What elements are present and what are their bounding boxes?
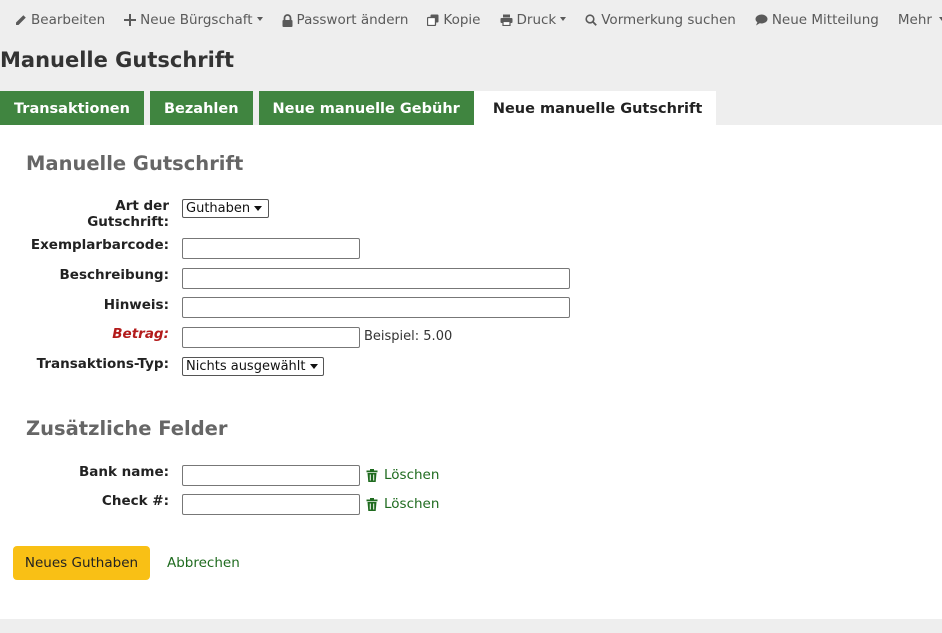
credit-type-value: Guthaben <box>186 201 251 216</box>
delete-bank-name-link[interactable]: Löschen <box>366 467 439 483</box>
credit-type-label: Art der Gutschrift: <box>87 198 169 230</box>
more-dropdown[interactable]: Mehr <box>898 12 942 28</box>
note-label: Hinweis: <box>103 297 169 313</box>
lock-icon <box>282 13 293 27</box>
cancel-link[interactable]: Abbrechen <box>167 555 240 571</box>
amount-input[interactable] <box>182 327 360 348</box>
section-title-additional-fields: Zusätzliche Felder <box>26 417 228 440</box>
tab-label: Neue manuelle Gebühr <box>272 100 460 117</box>
tab-label: Neue manuelle Gutschrift <box>492 100 703 117</box>
description-label: Beschreibung: <box>59 267 169 283</box>
barcode-input[interactable] <box>182 238 360 259</box>
edit-button[interactable]: Bearbeiten <box>14 12 105 28</box>
new-message-button[interactable]: Neue Mitteilung <box>755 12 879 28</box>
search-icon <box>585 14 598 26</box>
add-credit-button[interactable]: Neues Guthaben <box>13 546 150 580</box>
bank-name-label: Bank name: <box>78 464 169 480</box>
page-title: Manuelle Gutschrift <box>0 48 235 72</box>
caret-down-icon <box>560 17 567 21</box>
note-input[interactable] <box>182 297 570 318</box>
new-message-label: Neue Mitteilung <box>771 12 879 28</box>
amount-hint: Beispiel: 5.00 <box>364 329 453 344</box>
copy-icon <box>427 14 439 26</box>
credit-type-label-line2: Gutschrift: <box>87 214 169 230</box>
caret-down-icon <box>256 17 263 21</box>
transaction-type-value: Nichts ausgewählt <box>186 359 306 374</box>
trash-icon <box>366 497 378 511</box>
tab-label: Bezahlen <box>163 100 239 117</box>
credit-type-select[interactable]: Guthaben <box>182 199 269 218</box>
search-hold-button[interactable]: Vormerkung suchen <box>585 12 736 28</box>
copy-button[interactable]: Kopie <box>427 12 481 28</box>
transaction-type-label: Transaktions-Typ: <box>36 356 169 372</box>
section-title-manual-credit: Manuelle Gutschrift <box>26 152 244 175</box>
new-patron-dropdown[interactable]: Neue Bürgschaft <box>124 12 263 28</box>
delete-label: Löschen <box>384 467 440 483</box>
patron-toolbar: Bearbeiten Neue Bürgschaft Passwort ände… <box>14 9 942 31</box>
check-number-input[interactable] <box>182 494 360 515</box>
tab-pay[interactable]: Bezahlen <box>149 91 253 126</box>
trash-icon <box>366 468 378 482</box>
pencil-icon <box>14 14 27 27</box>
print-dropdown[interactable]: Druck <box>500 12 567 28</box>
barcode-label: Exemplarbarcode: <box>30 237 169 253</box>
tab-new-manual-credit[interactable]: Neue manuelle Gutschrift <box>473 91 717 126</box>
edit-label: Bearbeiten <box>31 12 106 28</box>
account-tabs: Transaktionen Bezahlen Neue manuelle Geb… <box>0 91 717 126</box>
plus-icon <box>124 14 137 26</box>
comment-icon <box>755 14 768 26</box>
change-password-label: Passwort ändern <box>296 12 409 28</box>
transaction-type-select[interactable]: Nichts ausgewählt <box>182 357 324 376</box>
amount-label: Betrag: <box>112 326 169 342</box>
copy-label: Kopie <box>443 12 481 28</box>
tab-label: Transaktionen <box>14 100 130 117</box>
search-hold-label: Vormerkung suchen <box>601 12 736 28</box>
check-number-label: Check #: <box>101 493 169 509</box>
credit-form-panel: Manuelle Gutschrift Art der Gutschrift: … <box>0 125 942 619</box>
print-label: Druck <box>516 12 557 28</box>
more-label: Mehr <box>897 12 932 28</box>
change-password-button[interactable]: Passwort ändern <box>282 12 409 28</box>
printer-icon <box>500 14 513 26</box>
delete-check-number-link[interactable]: Löschen <box>366 496 439 512</box>
tab-new-manual-fee[interactable]: Neue manuelle Gebühr <box>258 91 474 126</box>
chevron-down-icon <box>254 206 263 211</box>
new-patron-label: Neue Bürgschaft <box>140 12 253 28</box>
bank-name-input[interactable] <box>182 465 360 486</box>
tab-transactions[interactable]: Transaktionen <box>0 91 144 126</box>
description-input[interactable] <box>182 268 570 289</box>
chevron-down-icon <box>309 364 318 369</box>
delete-label: Löschen <box>384 496 440 512</box>
credit-type-label-line1: Art der <box>115 198 169 214</box>
